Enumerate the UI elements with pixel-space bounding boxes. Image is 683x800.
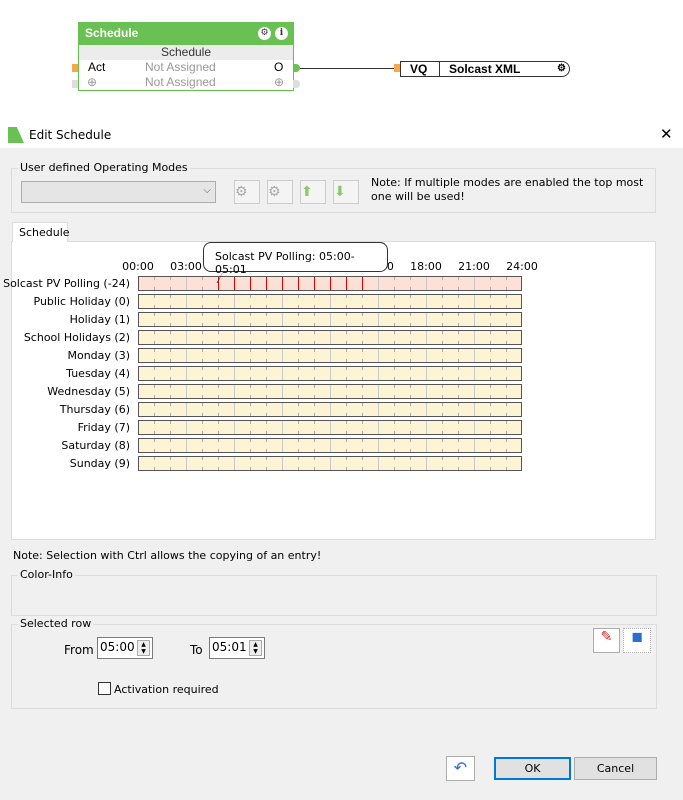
chevron-down-icon: ⌵	[203, 185, 211, 196]
dialog-title: Edit Schedule	[29, 128, 112, 142]
ok-button[interactable]: OK	[494, 757, 571, 780]
hour-label: 24:00	[506, 260, 538, 273]
add-output-icon[interactable]: ⊕	[274, 75, 284, 90]
hour-label: 00:00	[122, 260, 154, 273]
select-all-icon[interactable]: ◼	[623, 628, 651, 653]
to-label: To	[190, 643, 203, 657]
row-label: Wednesday (5)	[47, 385, 130, 398]
connector-solcast-xml[interactable]: VQ Solcast XML ⚙	[400, 61, 570, 77]
spinner-icon[interactable]: ▲ ▼	[249, 640, 262, 656]
connector-name: Solcast XML	[449, 62, 521, 76]
add-mode-button[interactable]: ⚙	[234, 180, 260, 204]
modes-group-label: User defined Operating Modes	[18, 161, 190, 174]
schedule-entry[interactable]	[314, 277, 315, 290]
from-time-input[interactable]: 05:00 ▲ ▼	[97, 637, 153, 659]
schedule-entry[interactable]	[282, 277, 283, 290]
schedule-block[interactable]: Schedule ⚙ i Schedule Act Not Assigned O…	[78, 22, 294, 91]
row-label: Solcast PV Polling (-24)	[3, 277, 130, 290]
row-label: Public Holiday (0)	[33, 295, 130, 308]
output-pin[interactable]	[293, 64, 300, 72]
connection-line	[300, 68, 396, 69]
spinner-icon[interactable]: ▲ ▼	[137, 640, 150, 656]
modes-select[interactable]: ⌵	[21, 181, 216, 203]
move-up-button[interactable]: ⬆	[300, 180, 326, 204]
timeline-row[interactable]	[138, 420, 522, 435]
row-label: School Holidays (2)	[23, 331, 130, 344]
input-label: Act	[88, 60, 106, 74]
back-arrow-icon[interactable]: ↶	[446, 756, 475, 781]
to-time-input[interactable]: 05:01 ▲ ▼	[209, 637, 265, 659]
color-info-label: Color-Info	[18, 568, 75, 581]
ctrl-note: Note: Selection with Ctrl allows the cop…	[13, 549, 322, 562]
hour-label: 18:00	[410, 260, 442, 273]
row-label: Saturday (8)	[61, 439, 130, 452]
gear-icon[interactable]: ⚙	[557, 62, 566, 76]
hour-label: 21:00	[458, 260, 490, 273]
eraser-icon[interactable]: ✎	[593, 628, 620, 653]
tab-schedule[interactable]: Schedule	[12, 222, 70, 242]
schedule-entry[interactable]	[234, 277, 235, 290]
color-info-group: Color-Info	[11, 568, 657, 616]
timeline-row[interactable]	[138, 294, 522, 309]
schedule-entry[interactable]	[298, 277, 299, 290]
delete-mode-button[interactable]: ⚙	[267, 180, 293, 204]
hour-label: 03:00	[170, 260, 202, 273]
timeline-row[interactable]	[138, 402, 522, 417]
timeline-row[interactable]	[138, 438, 522, 453]
timeline-row[interactable]	[138, 456, 522, 471]
activation-label: Activation required	[114, 683, 219, 696]
gear-icon[interactable]: ⚙	[258, 27, 271, 40]
schedule-entry[interactable]	[346, 277, 347, 290]
timeline-row[interactable]	[138, 312, 522, 327]
selected-row-label: Selected row	[18, 617, 94, 630]
input-pin-empty	[72, 80, 78, 88]
row-label: Tuesday (4)	[66, 367, 130, 380]
move-down-button[interactable]: ⬇	[333, 180, 359, 204]
row-label: Monday (3)	[67, 349, 130, 362]
output-label: O	[274, 60, 284, 74]
extra-value: Not Assigned	[145, 75, 216, 89]
modes-note: Note: If multiple modes are enabled the …	[371, 176, 644, 203]
schedule-entry[interactable]	[330, 277, 331, 290]
timeline-row[interactable]	[138, 330, 522, 345]
cancel-button[interactable]: Cancel	[574, 757, 657, 780]
tooltip: Solcast PV Polling: 05:00-05:01	[203, 242, 388, 276]
schedule-entry[interactable]	[362, 277, 363, 290]
input-pin[interactable]	[72, 64, 78, 72]
timeline-row[interactable]	[138, 348, 522, 363]
row-label: Holiday (1)	[69, 313, 130, 326]
add-input-icon[interactable]: ⊕	[87, 75, 97, 90]
timeline-row[interactable]	[138, 276, 522, 291]
input-value[interactable]: Not Assigned	[145, 60, 216, 75]
block-subtitle: Schedule	[79, 45, 293, 60]
schedule-entry[interactable]	[250, 277, 251, 290]
output-pin-empty	[293, 80, 300, 88]
app-icon	[8, 127, 24, 143]
info-icon[interactable]: i	[275, 27, 288, 40]
schedule-entry[interactable]	[266, 277, 267, 290]
row-label: Sunday (9)	[69, 457, 130, 470]
connector-type: VQ	[410, 62, 428, 76]
from-label: From	[64, 643, 94, 657]
row-label: Thursday (6)	[59, 403, 130, 416]
close-button[interactable]: ✕	[660, 125, 673, 143]
row-label: Friday (7)	[77, 421, 130, 434]
activation-checkbox[interactable]	[98, 682, 111, 695]
timeline-row[interactable]	[138, 384, 522, 399]
timeline-row[interactable]	[138, 366, 522, 381]
